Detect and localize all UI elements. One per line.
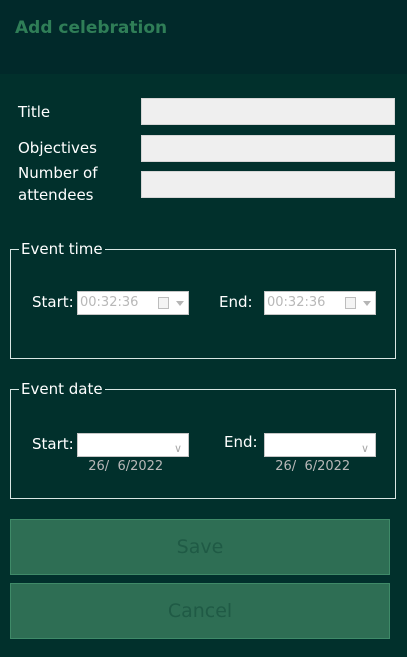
event-date-legend: Event date <box>21 380 103 398</box>
dropdown-caret-icon <box>176 301 184 306</box>
time-start-label: Start: <box>32 293 74 311</box>
cancel-button[interactable]: Cancel <box>10 583 390 639</box>
attendees-label-line1: Number of <box>18 164 98 182</box>
end-date-value: 26/ 6/2022 <box>275 459 351 474</box>
calendar-icon <box>158 297 169 309</box>
end-date-picker[interactable]: 26/ 6/2022 ∨ <box>264 433 376 474</box>
attendees-label: Number of attendees <box>18 162 97 206</box>
chevron-down-icon: ∨ <box>173 442 182 455</box>
start-time-picker[interactable]: 00:32:36 <box>77 291 189 315</box>
objectives-field[interactable] <box>141 135 395 162</box>
end-time-picker[interactable]: 00:32:36 <box>264 291 376 315</box>
date-start-label: Start: <box>32 435 74 453</box>
start-date-picker[interactable]: 26/ 6/2022 ∨ <box>77 433 189 474</box>
start-date-value: 26/ 6/2022 <box>88 459 164 474</box>
dropdown-caret-icon <box>363 301 371 306</box>
event-time-legend: Event time <box>21 240 103 258</box>
attendees-label-line2: attendees <box>18 186 94 204</box>
header: Add celebration <box>0 0 407 74</box>
save-button[interactable]: Save <box>10 519 390 575</box>
objectives-label: Objectives <box>18 139 97 157</box>
start-time-value: 00:32:36 <box>80 295 139 310</box>
title-field[interactable] <box>141 98 395 125</box>
chevron-down-icon: ∨ <box>360 442 369 455</box>
title-label: Title <box>18 103 51 121</box>
calendar-icon <box>345 297 356 309</box>
page-title: Add celebration <box>15 18 168 38</box>
time-end-label: End: <box>219 293 253 311</box>
date-end-label: End: <box>224 433 258 451</box>
end-time-value: 00:32:36 <box>267 295 326 310</box>
attendees-field[interactable] <box>141 171 395 198</box>
